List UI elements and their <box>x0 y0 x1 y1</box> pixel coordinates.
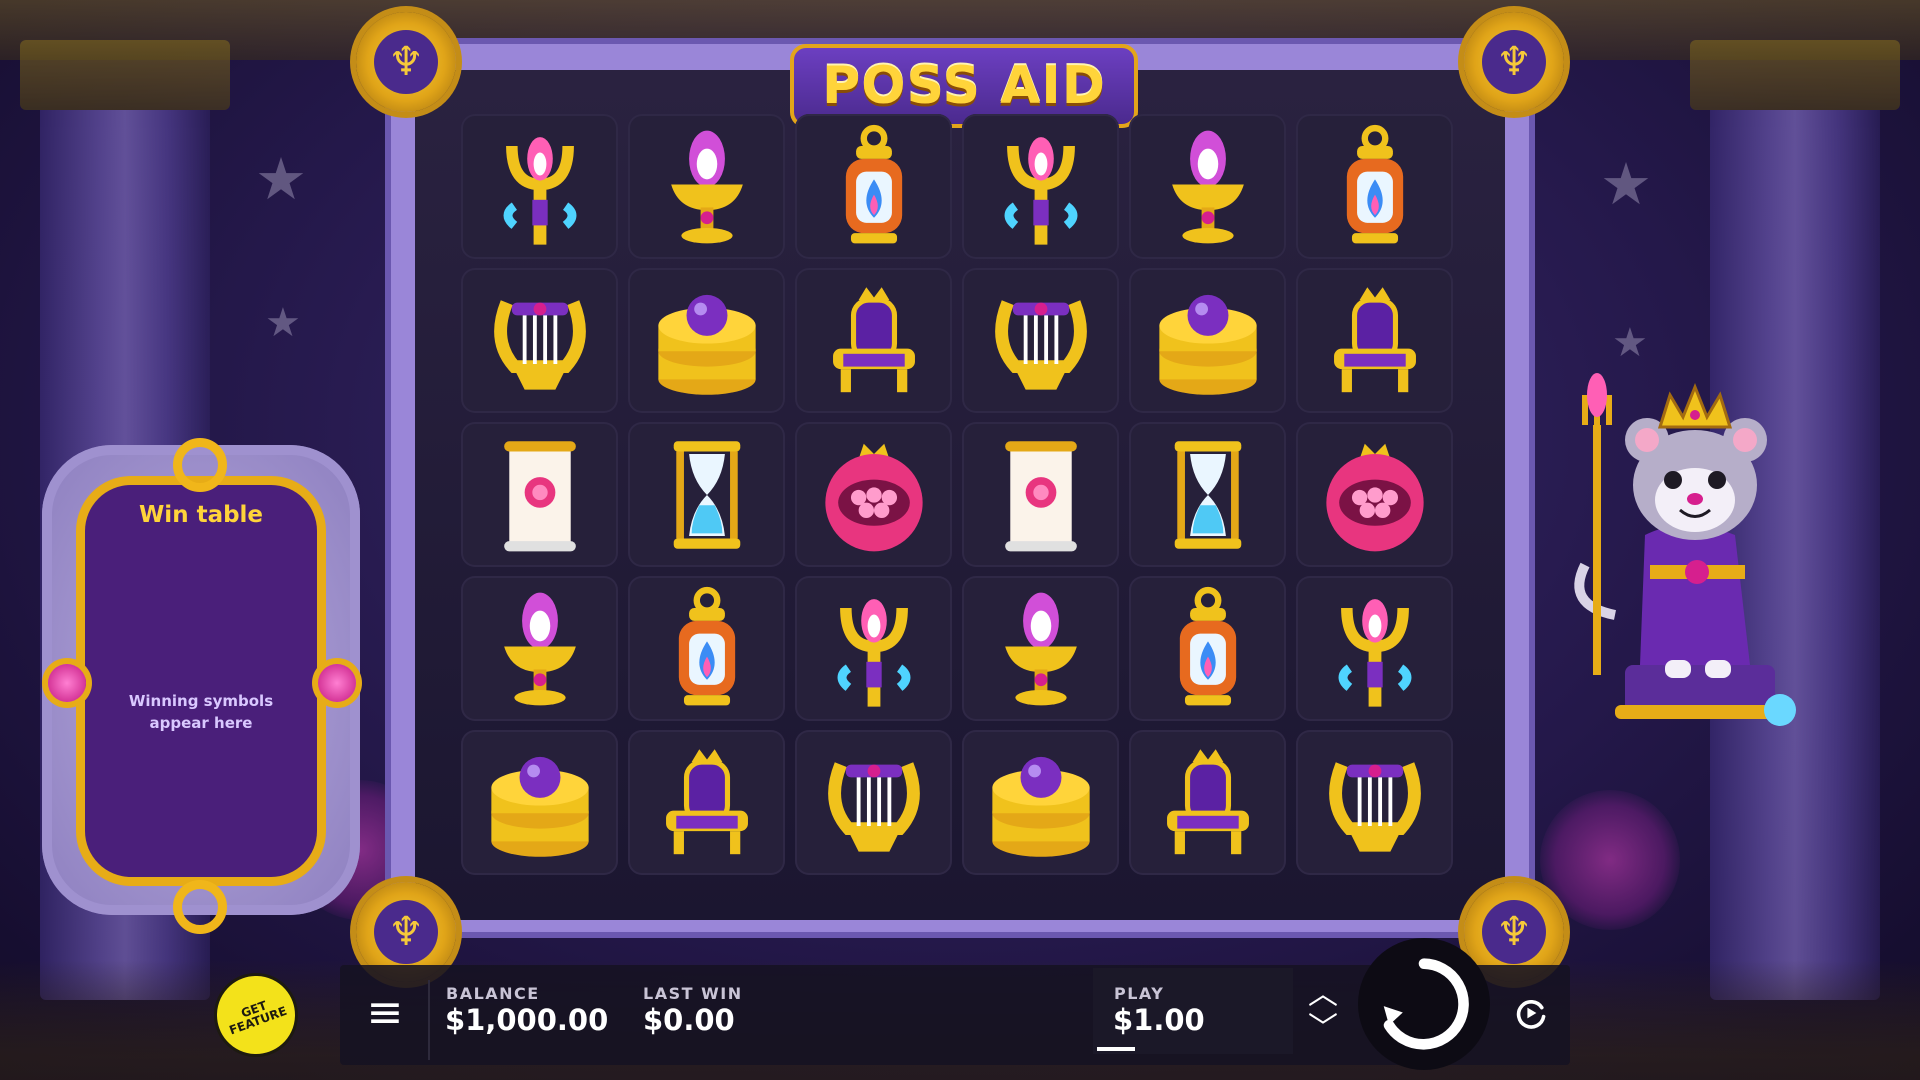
pink-gem-icon <box>48 664 86 702</box>
reel-cell <box>1129 576 1286 721</box>
balance-label: BALANCE <box>446 984 540 1003</box>
reel-cell <box>795 576 952 721</box>
autoplay-button[interactable] <box>1508 990 1554 1036</box>
gold-coins-icon <box>657 294 756 395</box>
reel-cell <box>628 422 785 567</box>
possum-king-mascot <box>1574 373 1796 726</box>
reel-cell <box>1129 114 1286 259</box>
fire-chalice-icon <box>1171 130 1244 243</box>
fire-chalice-icon <box>670 130 743 243</box>
last-win-value: $0.00 <box>643 1003 735 1037</box>
win-table-title: Win table <box>138 502 264 528</box>
reel-cell <box>962 576 1119 721</box>
lyre-icon <box>994 299 1087 390</box>
reel-grid <box>461 114 1453 875</box>
lantern-icon <box>845 124 902 243</box>
autoplay-icon <box>1516 1000 1546 1029</box>
throne-icon <box>665 748 748 854</box>
reel-cell <box>962 422 1119 567</box>
pomegranate-icon <box>1325 443 1424 551</box>
reel-cell <box>461 730 618 875</box>
reel-cell <box>1129 268 1286 413</box>
lantern-icon <box>678 586 735 705</box>
win-table-panel <box>85 485 317 877</box>
throne-icon <box>1166 748 1249 854</box>
background-star-icon: ★ <box>255 145 307 213</box>
reel-cell <box>1296 576 1453 721</box>
reel-cell <box>795 114 952 259</box>
ring-ornament-icon <box>173 880 227 934</box>
background-star-icon: ★ <box>1612 320 1648 366</box>
chevron-up-icon[interactable]: ︿ <box>1305 980 1341 1010</box>
reel-cell <box>1129 730 1286 875</box>
reel-cell <box>795 422 952 567</box>
lyre-icon <box>827 761 920 852</box>
throne-icon <box>1333 286 1416 392</box>
trident-icon <box>837 598 910 707</box>
ring-ornament-icon <box>173 438 227 492</box>
reel-cell <box>628 730 785 875</box>
balance-value: $1,000.00 <box>445 1003 609 1037</box>
scroll-icon <box>1004 440 1077 551</box>
reel-cell <box>461 576 618 721</box>
reel-cell <box>1296 422 1453 567</box>
win-table-message: Winning symbols appear here <box>128 692 274 732</box>
reel-cell <box>795 268 952 413</box>
trident-icon <box>503 136 576 245</box>
pomegranate-icon <box>824 443 923 551</box>
spin-button[interactable] <box>1358 938 1490 1070</box>
spin-arrow-icon <box>1383 958 1469 1050</box>
reel-cell <box>962 730 1119 875</box>
trident-medallion-icon: ♆ <box>356 12 456 112</box>
divider <box>428 980 430 1060</box>
reel-cell <box>461 422 618 567</box>
bet-indicator <box>1097 1047 1135 1051</box>
reel-cell <box>1296 730 1453 875</box>
reel-cell <box>962 268 1119 413</box>
background-star-icon: ★ <box>1600 150 1652 218</box>
reel-cell <box>461 114 618 259</box>
lyre-icon <box>493 299 586 390</box>
background-star-icon: ★ <box>265 300 301 346</box>
gold-coins-icon <box>1158 294 1257 395</box>
gold-coins-icon <box>490 756 589 857</box>
chevron-down-icon[interactable]: ﹀ <box>1305 1014 1341 1044</box>
throne-icon <box>832 286 915 392</box>
reel-cell <box>1129 422 1286 567</box>
hourglass-icon <box>673 440 740 549</box>
scroll-icon <box>503 440 576 551</box>
reel-cell <box>628 576 785 721</box>
trident-medallion-icon: ♆ <box>1464 12 1564 112</box>
trident-icon <box>1004 136 1077 245</box>
pink-gem-icon <box>318 664 356 702</box>
last-win-label: LAST WIN <box>643 984 743 1003</box>
lantern-icon <box>1346 124 1403 243</box>
reel-cell <box>962 114 1119 259</box>
lantern-icon <box>1179 586 1236 705</box>
reel-cell <box>461 268 618 413</box>
reel-cell <box>628 114 785 259</box>
play-value: $1.00 <box>1113 1003 1205 1037</box>
reel-cell <box>795 730 952 875</box>
lyre-icon <box>1328 761 1421 852</box>
reel-cell <box>1296 268 1453 413</box>
trident-icon <box>1338 598 1411 707</box>
game-title: POSS AID <box>822 56 1106 116</box>
hamburger-menu-icon[interactable]: ≡ <box>362 990 408 1036</box>
hourglass-icon <box>1174 440 1241 549</box>
background-fire <box>1540 790 1680 930</box>
play-label: PLAY <box>1114 984 1165 1003</box>
fire-chalice-icon <box>1004 592 1077 705</box>
gold-coins-icon <box>991 756 1090 857</box>
fire-chalice-icon <box>503 592 576 705</box>
reel-cell <box>1296 114 1453 259</box>
reel-cell <box>628 268 785 413</box>
